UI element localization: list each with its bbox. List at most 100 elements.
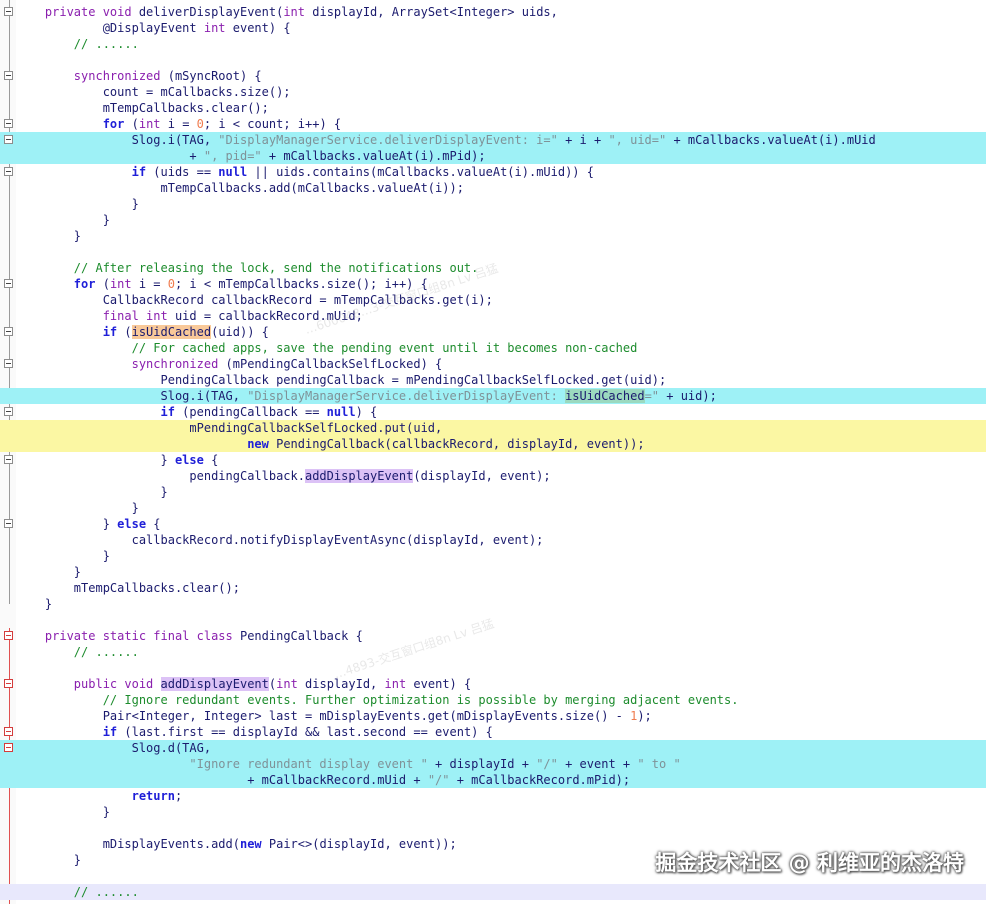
code-line[interactable]: if (isUidCached(uid)) { [0,324,986,340]
code-token: ; i < count; i++) { [203,117,342,131]
fold-toggle-icon[interactable] [4,407,13,416]
code-line[interactable]: public void addDisplayEvent(int displayI… [0,676,986,692]
code-line[interactable]: } [0,484,986,500]
code-line[interactable]: mTempCallbacks.clear(); [0,580,986,596]
fold-toggle-icon[interactable] [4,135,13,144]
fold-toggle-icon[interactable] [4,7,13,16]
code-line[interactable]: } else { [0,452,986,468]
code-token: (mSyncRoot) { [160,69,262,83]
code-line[interactable]: if (uids == null || uids.contains(mCallb… [0,164,986,180]
code-token: isUidCached [565,389,645,403]
code-line[interactable]: Pair<Integer, Integer> last = mDisplayEv… [0,708,986,724]
code-line[interactable]: } [0,804,986,820]
code-token: } [16,565,82,579]
code-line[interactable]: final int uid = callbackRecord.mUid; [0,308,986,324]
code-text: // ...... [16,884,139,900]
code-line[interactable]: mTempCallbacks.clear(); [0,100,986,116]
code-line[interactable]: // ...... [0,644,986,660]
code-line[interactable] [0,244,986,260]
code-line[interactable]: if (last.first == displayId && last.seco… [0,724,986,740]
code-line[interactable]: return; [0,788,986,804]
fold-toggle-icon[interactable] [4,519,13,528]
code-line[interactable]: + mCallbackRecord.mUid + "/" + mCallback… [0,772,986,788]
code-line[interactable]: // ...... [0,36,986,52]
code-line[interactable] [0,52,986,68]
code-token: (uids == [146,165,219,179]
code-line[interactable]: } [0,196,986,212]
code-line[interactable]: // ...... [0,884,986,900]
fold-toggle-icon[interactable] [4,679,13,688]
code-line[interactable] [0,820,986,836]
code-line[interactable]: new PendingCallback(callbackRecord, disp… [0,436,986,452]
code-line[interactable]: } [0,596,986,612]
code-line[interactable]: CallbackRecord callbackRecord = mTempCal… [0,292,986,308]
code-line[interactable]: } [0,500,986,516]
code-token: } [16,853,82,867]
fold-toggle-icon[interactable] [4,455,13,464]
code-token: "DisplayManagerService.deliverDisplayEve… [218,133,558,147]
fold-toggle-icon[interactable] [4,631,13,640]
code-token: } [16,197,139,211]
code-line[interactable]: } [0,212,986,228]
code-line[interactable]: // Ignore redundant events. Further opti… [0,692,986,708]
code-line[interactable]: Slog.i(TAG, "DisplayManagerService.deliv… [0,132,986,148]
code-line[interactable]: callbackRecord.notifyDisplayEventAsync(d… [0,532,986,548]
fold-toggle-icon[interactable] [4,359,13,368]
code-line[interactable] [0,660,986,676]
code-token: || uids.contains(mCallbacks.valueAt(i).m… [247,165,594,179]
code-text: } else { [16,452,218,468]
code-token: ( [124,117,139,131]
code-line[interactable]: for (int i = 0; i < mTempCallbacks.size(… [0,276,986,292]
code-token: "/" [536,757,558,771]
fold-toggle-icon[interactable] [4,727,13,736]
code-line[interactable]: synchronized (mPendingCallbackSelfLocked… [0,356,986,372]
code-line[interactable]: for (int i = 0; i < count; i++) { [0,116,986,132]
code-line[interactable]: } else { [0,516,986,532]
fold-toggle-icon[interactable] [4,327,13,336]
code-line[interactable]: Slog.i(TAG, "DisplayManagerService.deliv… [0,388,986,404]
code-token: } [16,517,118,531]
code-token: int [203,21,226,35]
code-line[interactable]: + ", pid=" + mCallbacks.valueAt(i).mPid)… [0,148,986,164]
code-editor[interactable]: private void deliverDisplayEvent(int dis… [0,0,986,904]
code-line[interactable]: // For cached apps, save the pending eve… [0,340,986,356]
code-text: } [16,500,139,516]
code-token: "/" [427,773,450,787]
code-token: "DisplayManagerService.deliverDisplayEve… [247,389,566,403]
code-line[interactable]: synchronized (mSyncRoot) { [0,68,986,84]
code-line[interactable]: private void deliverDisplayEvent(int dis… [0,4,986,20]
code-token: + uid); [659,389,717,403]
code-line[interactable]: "Ignore redundant display event " + disp… [0,756,986,772]
fold-toggle-icon[interactable] [4,167,13,176]
code-text: @DisplayEvent int event) { [16,20,291,36]
code-text: for (int i = 0; i < count; i++) { [16,116,341,132]
code-token: =" [644,389,660,403]
fold-toggle-icon[interactable] [4,119,13,128]
fold-toggle-icon[interactable] [4,743,13,752]
code-line[interactable]: Slog.d(TAG, [0,740,986,756]
code-line[interactable]: mPendingCallbackSelfLocked.put(uid, [0,420,986,436]
code-line[interactable]: } [0,228,986,244]
fold-toggle-icon[interactable] [4,279,13,288]
code-token: Slog.i(TAG, [16,389,248,403]
code-line[interactable]: } [0,548,986,564]
code-line[interactable]: @DisplayEvent int event) { [0,20,986,36]
code-line[interactable]: if (pendingCallback == null) { [0,404,986,420]
code-line[interactable]: PendingCallback pendingCallback = mPendi… [0,372,986,388]
code-token: pendingCallback. [16,469,305,483]
fold-toggle-icon[interactable] [4,71,13,80]
code-token: event) { [406,677,472,691]
code-line[interactable]: } [0,564,986,580]
code-line[interactable]: mTempCallbacks.add(mCallbacks.valueAt(i)… [0,180,986,196]
code-line[interactable]: count = mCallbacks.size(); [0,84,986,100]
code-line[interactable]: pendingCallback.addDisplayEvent(displayI… [0,468,986,484]
code-text: if (isUidCached(uid)) { [16,324,269,340]
code-token: Slog.i(TAG, [16,133,219,147]
code-token: addDisplayEvent [160,677,269,691]
code-text: mTempCallbacks.clear(); [16,580,240,596]
